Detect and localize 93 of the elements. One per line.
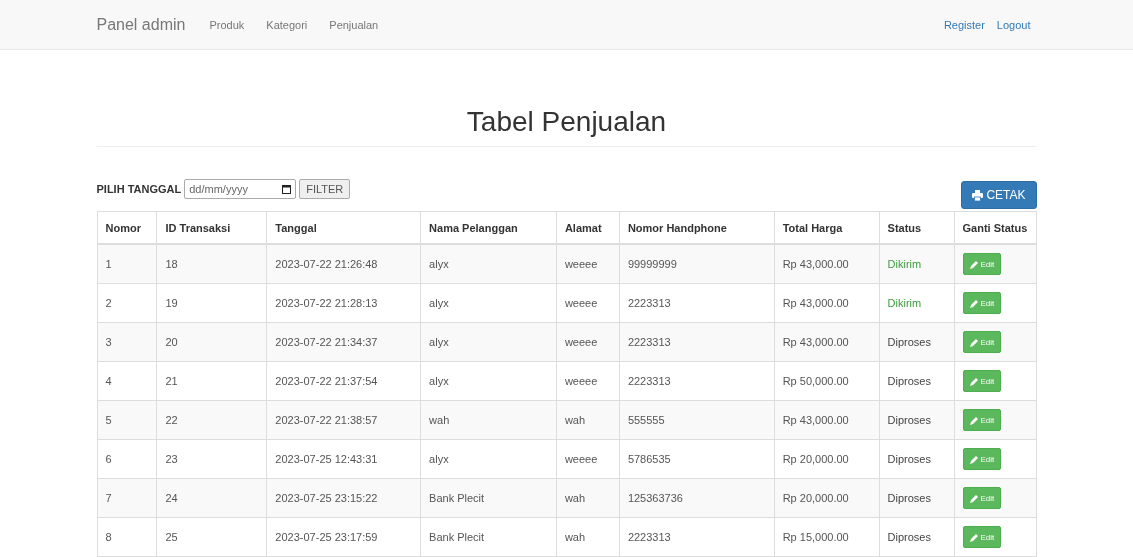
table-cell: Rp 43,000.00	[774, 283, 880, 323]
table-cell: alyx	[420, 439, 557, 479]
table-cell: 2023-07-25 12:43:31	[266, 439, 421, 479]
table-cell: Rp 43,000.00	[774, 322, 880, 362]
table-cell: Bank Plecit	[420, 478, 557, 518]
table-cell: 20	[156, 322, 267, 362]
table-cell: Rp 43,000.00	[774, 400, 880, 440]
table-cell: 23	[156, 439, 267, 479]
table-cell: 2023-07-25 23:17:59	[266, 517, 421, 557]
table-cell: weeee	[556, 439, 620, 479]
status-cell: Dikirim	[879, 244, 954, 284]
table-cell: 2023-07-22 21:28:13	[266, 283, 421, 323]
nav-link[interactable]: Kategori	[266, 18, 308, 31]
edit-button[interactable]: Edit	[962, 487, 1002, 509]
print-button[interactable]: CETAK	[961, 181, 1037, 209]
pencil-icon	[969, 376, 979, 386]
table-cell: 24	[156, 478, 267, 518]
pencil-icon	[969, 454, 979, 464]
table-cell: 6	[97, 439, 157, 479]
pencil-icon	[969, 298, 979, 308]
status-cell: Diproses	[879, 439, 954, 479]
edit-button[interactable]: Edit	[962, 292, 1002, 314]
table-cell: alyx	[420, 283, 557, 323]
table-cell: 22	[156, 400, 267, 440]
table-cell: Rp 43,000.00	[774, 244, 880, 284]
nav-link[interactable]: Penjualan	[329, 18, 379, 31]
date-field[interactable]: dd/mm/yyyy	[184, 179, 297, 199]
pencil-icon	[969, 493, 979, 503]
table-cell: 2	[97, 283, 157, 323]
table-cell: wah	[556, 517, 620, 557]
table-cell: Rp 50,000.00	[774, 361, 880, 401]
nav-link[interactable]: Logout	[996, 18, 1031, 31]
table-cell: 555555	[619, 400, 775, 440]
table-cell: 2223313	[619, 322, 775, 362]
table-cell: 2223313	[619, 517, 775, 557]
table-cell: wah	[420, 400, 557, 440]
table-cell: 125363736	[619, 478, 775, 518]
page-title: Tabel Penjualan	[96, 106, 1037, 147]
edit-button[interactable]: Edit	[962, 331, 1002, 353]
brand-title[interactable]: Panel admin	[96, 15, 186, 34]
status-cell: Diproses	[879, 400, 954, 440]
table-cell: 2023-07-22 21:37:54	[266, 361, 421, 401]
table-cell: alyx	[420, 322, 557, 362]
table-cell: weeee	[556, 244, 620, 284]
table-cell: 21	[156, 361, 267, 401]
table-cell: weeee	[556, 361, 620, 401]
table-cell: 2023-07-22 21:38:57	[266, 400, 421, 440]
table-cell: 8	[97, 517, 157, 557]
nav-link[interactable]: Produk	[209, 18, 245, 31]
edit-button[interactable]: Edit	[962, 253, 1002, 275]
table-cell: 5786535	[619, 439, 775, 479]
table-cell: 2023-07-22 21:26:48	[266, 244, 421, 284]
table-cell: Rp 20,000.00	[774, 478, 880, 518]
status-cell: Dikirim	[879, 283, 954, 323]
filter-button[interactable]: FILTER	[299, 179, 351, 199]
edit-button[interactable]: Edit	[962, 448, 1002, 470]
table-cell: wah	[556, 478, 620, 518]
table-cell: 1	[97, 244, 157, 284]
table-cell: 7	[97, 478, 157, 518]
table-cell: 2223313	[619, 361, 775, 401]
table-cell: 5	[97, 400, 157, 440]
pencil-icon	[969, 259, 979, 269]
status-cell: Diproses	[879, 478, 954, 518]
table-cell: 3	[97, 322, 157, 362]
edit-button[interactable]: Edit	[962, 370, 1002, 392]
table-cell: 99999999	[619, 244, 775, 284]
calendar-icon	[282, 184, 292, 194]
status-cell: Diproses	[879, 361, 954, 401]
nav-link[interactable]: Register	[943, 18, 985, 31]
table-cell: Rp 15,000.00	[774, 517, 880, 557]
table-cell: 18	[156, 244, 267, 284]
table-cell: 25	[156, 517, 267, 557]
printer-icon	[972, 189, 984, 201]
filter-label: PILIH TANGGAL	[96, 183, 182, 195]
pencil-icon	[969, 532, 979, 542]
pencil-icon	[969, 415, 979, 425]
status-cell: Diproses	[879, 517, 954, 557]
table-cell: Rp 20,000.00	[774, 439, 880, 479]
status-cell: Diproses	[879, 322, 954, 362]
table-cell: 2223313	[619, 283, 775, 323]
edit-button[interactable]: Edit	[962, 526, 1002, 548]
table-cell: Bank Plecit	[420, 517, 557, 557]
table-cell: alyx	[420, 361, 557, 401]
pencil-icon	[969, 337, 979, 347]
edit-button[interactable]: Edit	[962, 409, 1002, 431]
table-cell: 19	[156, 283, 267, 323]
table-cell: weeee	[556, 322, 620, 362]
table-cell: 4	[97, 361, 157, 401]
table-cell: alyx	[420, 244, 557, 284]
table-cell: 2023-07-25 23:15:22	[266, 478, 421, 518]
table-cell: weeee	[556, 283, 620, 323]
table-cell: 2023-07-22 21:34:37	[266, 322, 421, 362]
table-cell: wah	[556, 400, 620, 440]
